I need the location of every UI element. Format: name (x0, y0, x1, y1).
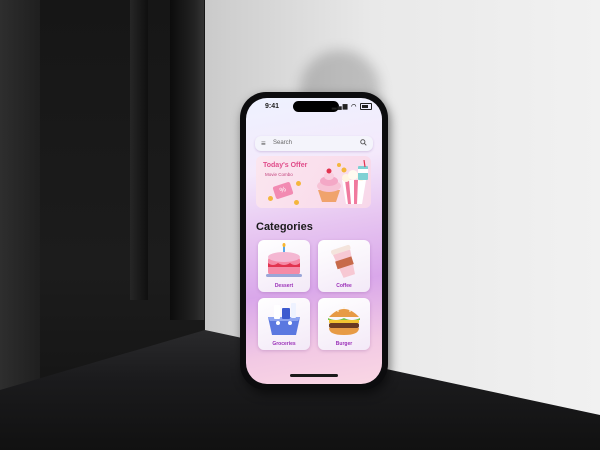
coffee-cup-icon (331, 244, 355, 278)
discount-tag-icon: % (272, 181, 294, 200)
offer-subtitle: Movie Combo (265, 172, 293, 177)
category-label-coffee: Coffee (336, 283, 352, 289)
category-label-dessert: Dessert (274, 283, 294, 289)
category-card-coffee[interactable]: Coffee (318, 240, 370, 292)
categories-heading: Categories (256, 221, 313, 233)
status-icons: ▂▄▆ ◠ (332, 103, 372, 110)
discount-symbol: % (278, 186, 288, 195)
popcorn-cupcake-illustration (317, 160, 368, 204)
app-screen: 9:41 ▂▄▆ ◠ ≡ Search Today's Offer Movie … (246, 98, 382, 384)
search-bar[interactable]: ≡ Search (255, 136, 373, 151)
category-label-groceries: Groceries (272, 341, 296, 347)
coin-icon (296, 181, 301, 186)
battery-icon (360, 103, 372, 110)
home-indicator[interactable] (290, 374, 338, 377)
offer-title: Today's Offer (263, 162, 308, 169)
coin-icon (268, 196, 273, 201)
phone-device: 9:41 ▂▄▆ ◠ ≡ Search Today's Offer Movie … (240, 92, 388, 390)
status-time: 9:41 (265, 103, 280, 110)
wifi-icon: ◠ (351, 104, 358, 111)
cake-icon (266, 243, 302, 277)
signal-icon: ▂▄▆ (331, 104, 349, 111)
groceries-icon (268, 303, 300, 335)
category-card-burger[interactable]: Burger (318, 298, 370, 350)
burger-icon (328, 307, 360, 335)
search-input[interactable]: Search (273, 140, 292, 146)
category-card-groceries[interactable]: Groceries (258, 298, 310, 350)
category-card-dessert[interactable]: Dessert (258, 240, 310, 292)
coin-icon (294, 200, 299, 205)
shelf-edge (130, 0, 148, 300)
menu-icon[interactable]: ≡ (261, 139, 266, 148)
status-bar: 9:41 ▂▄▆ ◠ (246, 98, 382, 116)
search-icon[interactable] (360, 139, 367, 146)
category-label-burger: Burger (335, 341, 353, 347)
shelf-divider (170, 0, 204, 320)
offer-banner[interactable]: Today's Offer Movie Combo % (256, 156, 371, 208)
